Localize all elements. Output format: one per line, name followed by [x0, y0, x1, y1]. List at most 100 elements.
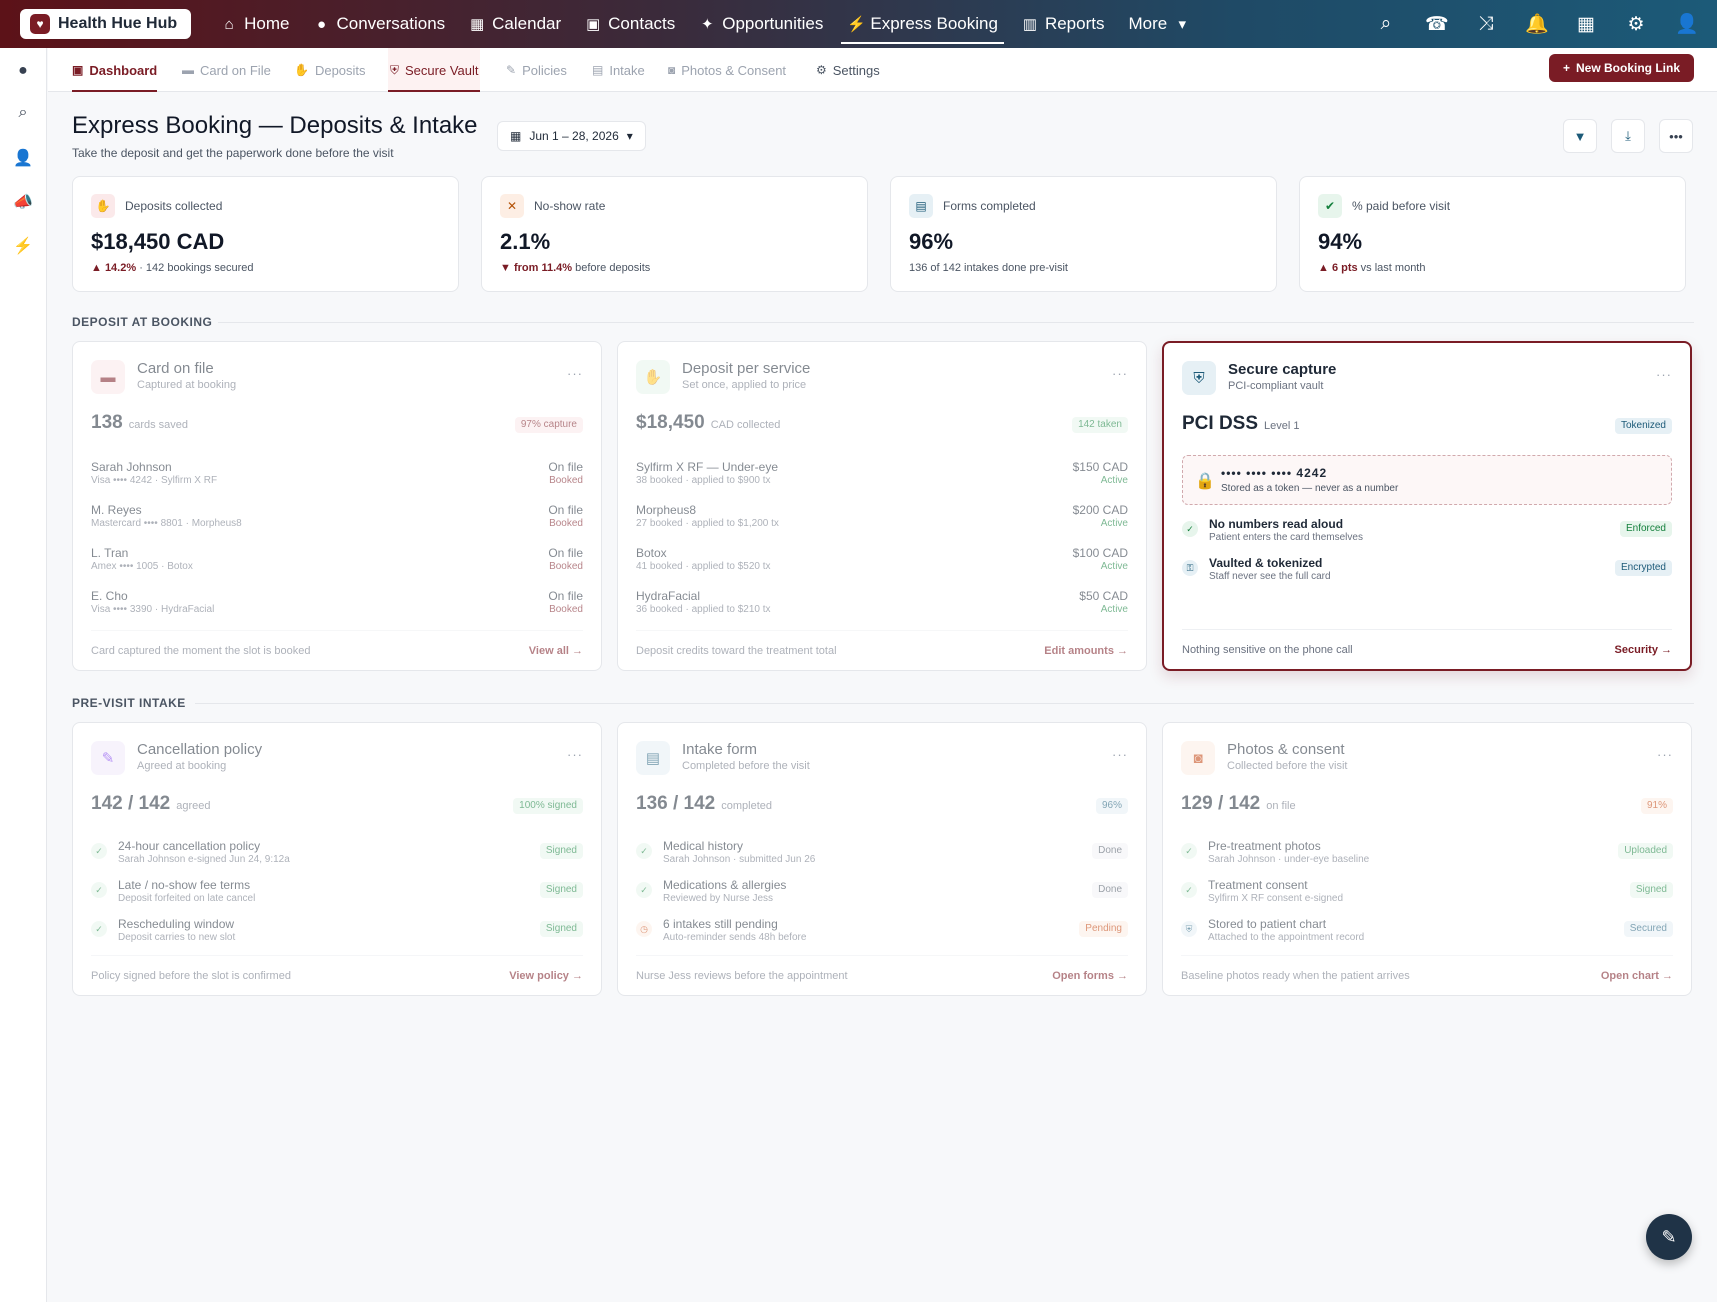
magic-wand-icon: ✎ [1661, 1226, 1677, 1247]
tab-dashboard[interactable]: ▣ Dashboard [72, 48, 158, 92]
list-item[interactable]: HydraFacial 36 booked · applied to $210 t… [636, 589, 1128, 627]
clipboard-check-icon: ▤ [909, 194, 933, 218]
ellipsis-icon[interactable]: ··· [1657, 747, 1673, 762]
card-footer: Policy signed before the slot is confirm… [91, 955, 583, 995]
card-subtitle: Set once, applied to price [682, 379, 807, 391]
date-range-picker[interactable]: ▦ Jun 1 – 28, 2026 ▾ [497, 121, 646, 151]
user-icon[interactable]: 👤 [1675, 12, 1699, 36]
more-options-button[interactable]: ••• [1659, 119, 1693, 153]
security-link[interactable]: Security → [1615, 644, 1672, 656]
check-icon: ✓ [91, 882, 107, 898]
list-item: ⚿ Vaulted & tokenized Staff never see the … [1182, 556, 1672, 594]
list-item[interactable]: ✓ Pre-treatment photos Sarah Johnson · und… [1181, 839, 1673, 877]
ellipsis-icon[interactable]: ··· [567, 366, 583, 381]
ellipsis-icon[interactable]: ··· [1112, 747, 1128, 762]
list-item[interactable]: L. Tran Amex •••• 1005 · Botox On file Book… [91, 546, 583, 584]
view-all-link[interactable]: View all → [529, 645, 583, 657]
card-subtitle: Agreed at booking [137, 760, 227, 772]
list-item[interactable]: E. Cho Visa •••• 3390 · HydraFacial On fil… [91, 589, 583, 627]
card-icon: ▬ [91, 360, 125, 394]
download-icon: ⤓ [1625, 128, 1631, 143]
nav-opportunities[interactable]: ✦ Opportunities [687, 6, 835, 42]
ellipsis-icon[interactable]: ··· [567, 747, 583, 762]
caret-down-icon: ▾ [626, 129, 633, 143]
ellipsis-icon[interactable]: ··· [1112, 366, 1128, 381]
clock-icon: ◷ [636, 921, 652, 937]
tab-policies[interactable]: ✎ Policies [506, 48, 567, 92]
list-item[interactable]: Sylfirm X RF — Under-eye 38 booked · appl… [636, 460, 1128, 498]
kpi-forms-completed: ▤ Forms completed 96% 136 of 142 intakes… [890, 176, 1277, 292]
section-heading-intake: PRE-VISIT INTAKE [72, 696, 186, 710]
kpi-no-show-rate: ✕ No-show rate 2.1% ▼ from 11.4% before … [481, 176, 868, 292]
document-pen-icon: ✎ [91, 741, 125, 775]
camera-icon: ◙ [1181, 741, 1215, 775]
caret-down-icon: ▾ [1178, 16, 1186, 33]
kpi-note: ▼ from 11.4% before deposits [500, 262, 651, 274]
list-item[interactable]: Morpheus8 27 booked · applied to $1,200 t… [636, 503, 1128, 541]
secure-capture-card: ⛨ Secure capture PCI-compliant vault ···… [1162, 341, 1692, 671]
kpi-value: 2.1% [500, 229, 551, 254]
nav-home[interactable]: ⌂ Home [209, 6, 301, 42]
magic-wand-button[interactable]: ✎ [1646, 1214, 1692, 1260]
list-item[interactable]: ◷ 6 intakes still pending Auto-reminder se… [636, 917, 1128, 955]
shuffle-icon[interactable]: ⤨ [1475, 13, 1497, 35]
list-item[interactable]: ✓ Medical history Sarah Johnson · submitte… [636, 839, 1128, 877]
nav-express-booking[interactable]: ⚡ Express Booking [835, 6, 1010, 44]
open-forms-link[interactable]: Open forms → [1052, 970, 1128, 982]
hand-coin-icon: ✋ [91, 194, 115, 218]
brand-logo-button[interactable]: ♥ Health Hue Hub [20, 9, 192, 39]
filter-icon: ▼ [1573, 128, 1587, 144]
search-icon[interactable]: ⌕ [12, 104, 34, 122]
tab-settings[interactable]: ⚙ Settings [816, 48, 880, 92]
search-icon[interactable]: ⌕ [1375, 13, 1397, 35]
check-icon: ✓ [1181, 843, 1197, 859]
bell-icon[interactable]: 🔔 [1525, 12, 1549, 36]
list-item[interactable]: Sarah Johnson Visa •••• 4242 · Sylfirm X … [91, 460, 583, 498]
list-item[interactable]: ✓ Rescheduling window Deposit carries to n… [91, 917, 583, 955]
nav-calendar[interactable]: ▦ Calendar [457, 6, 573, 42]
calendar-icon: ▦ [510, 129, 522, 143]
list-item[interactable]: ✓ Late / no-show fee terms Deposit forfeit… [91, 878, 583, 916]
chat-icon[interactable]: ● [12, 62, 34, 80]
user-icon[interactable]: 👤 [12, 148, 34, 168]
list-item[interactable]: ⛨ Stored to patient chart Attached to the … [1181, 917, 1673, 955]
card-subtitle: Captured at booking [137, 379, 237, 391]
nav-reports[interactable]: ▥ Reports [1010, 6, 1117, 42]
filter-button[interactable]: ▼ [1563, 119, 1597, 153]
gear-icon[interactable]: ⚙ [1625, 13, 1647, 36]
bolt-icon[interactable]: ⚡ [12, 236, 34, 256]
tab-photos-consent[interactable]: ◙ Photos & Consent [668, 48, 786, 92]
phone-icon[interactable]: ☎ [1425, 13, 1449, 36]
open-chart-link[interactable]: Open chart → [1601, 970, 1673, 982]
lock-icon: 🔒 [1195, 473, 1215, 490]
kpi-label: No-show rate [534, 199, 606, 213]
tab-secure-vault[interactable]: ⛨ Secure Vault [388, 48, 481, 92]
left-rail: ● ⌕ 👤 📣 ⚡ [0, 48, 47, 1302]
list-item[interactable]: M. Reyes Mastercard •••• 8801 · Morpheus8… [91, 503, 583, 541]
status-badge: 97% capture [514, 417, 583, 433]
kpi-delta: ▼ from 11.4% [500, 262, 573, 274]
sub-navigation-tabs: ▣ Dashboard ▬ Card on File ✋ Deposits ⛨ Secu… [48, 48, 1717, 92]
tab-intake[interactable]: ▤ Intake [592, 48, 645, 92]
list-item[interactable]: ✓ 24-hour cancellation policy Sarah Johnso… [91, 839, 583, 877]
photos-consent-card: ◙ Photos & consent Collected before the … [1162, 722, 1692, 996]
nav-more[interactable]: More ▾ [1116, 6, 1202, 42]
new-booking-link-button[interactable]: + New Booking Link [1548, 54, 1694, 82]
calendar-icon[interactable]: ▦ [1575, 13, 1597, 36]
edit-amounts-link[interactable]: Edit amounts → [1044, 645, 1128, 657]
nav-contacts[interactable]: ▣ Contacts [573, 6, 687, 42]
card-title: Photos & consent [1227, 741, 1345, 758]
nav-conversations[interactable]: ● Conversations [301, 6, 457, 42]
list-item[interactable]: Botox 41 booked · applied to $520 tx $100 … [636, 546, 1128, 584]
tab-deposits[interactable]: ✋ Deposits [294, 48, 366, 92]
card-title: Card on file [137, 360, 214, 377]
tab-card-on-file[interactable]: ▬ Card on File [182, 48, 271, 92]
list-item[interactable]: ✓ Medications & allergies Reviewed by Nurs… [636, 878, 1128, 916]
megaphone-icon[interactable]: 📣 [12, 192, 34, 212]
download-button[interactable]: ⤓ [1611, 119, 1645, 153]
ellipsis-icon[interactable]: ··· [1656, 367, 1672, 382]
brand-name: Health Hue Hub [58, 15, 178, 32]
person-cancel-icon: ✕ [500, 194, 524, 218]
list-item[interactable]: ✓ Treatment consent Sylfirm X RF consent e… [1181, 878, 1673, 916]
view-policy-link[interactable]: View policy → [509, 970, 583, 982]
